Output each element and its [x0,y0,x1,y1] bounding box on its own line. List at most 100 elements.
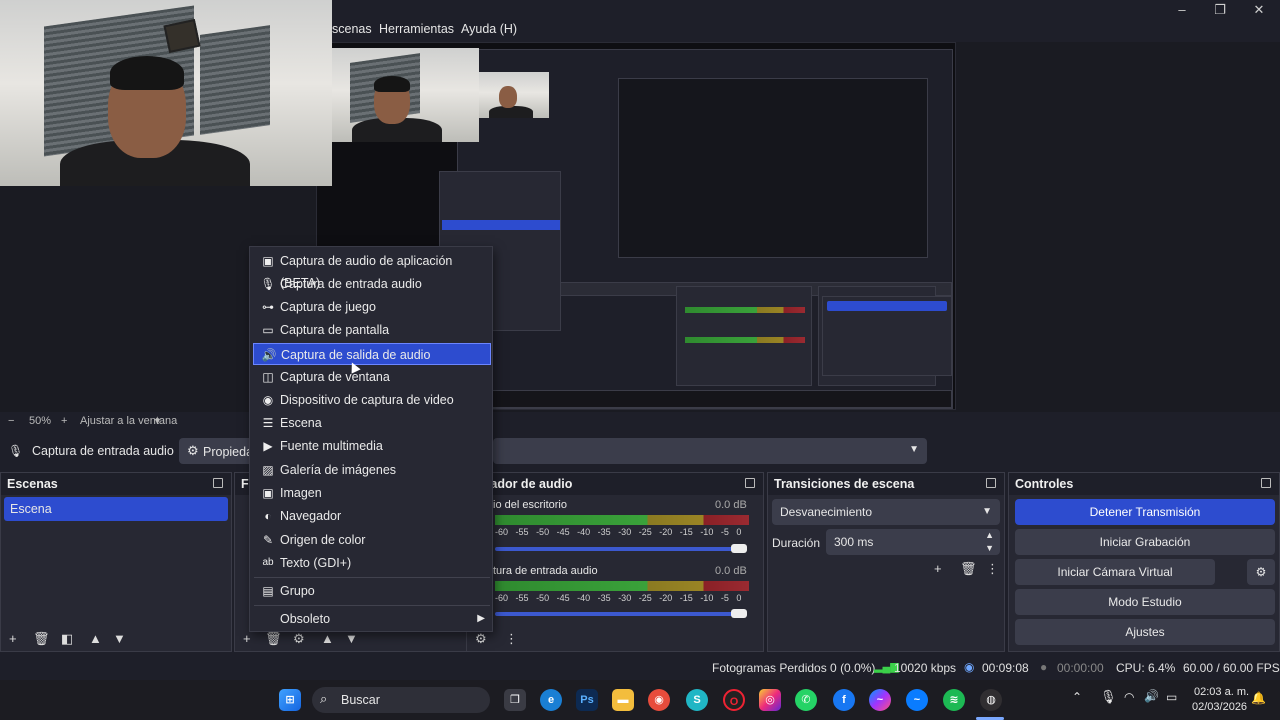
webcam-overlay [0,0,332,186]
nested-taskbar [458,390,952,408]
obs-icon[interactable]: ◍ [980,689,1002,711]
taskbar-search[interactable]: ⌕ Buscar [312,687,490,713]
menu-item-color-source[interactable]: ✎ Origen de color [253,529,491,551]
notification-icon[interactable]: 🔔 [1251,691,1266,705]
search-icon: ⌕ [320,691,328,706]
filter-icon[interactable]: ◧ [61,631,73,647]
mixer-channel-db: 0.0 dB [715,565,747,577]
float-dock-icon[interactable] [1261,478,1271,488]
menu-item-browser[interactable]: ◐ Navegador [253,505,491,527]
chevron-up-icon[interactable]: ⌃ [1072,690,1082,704]
messenger-icon[interactable]: ~ [869,689,891,711]
nested-webcam-2 [479,72,549,118]
float-dock-icon[interactable] [213,478,223,488]
trash-icon[interactable]: 🗑 [33,631,50,647]
edge-icon[interactable]: e [540,689,562,711]
volume-icon[interactable]: 🔊 [1144,689,1159,703]
clock-time[interactable]: 02:03 a. m. [1194,686,1249,698]
start-recording-button[interactable]: Iniciar Grabación [1015,529,1275,555]
fit-to-window[interactable]: Ajustar a la ventana [80,415,177,427]
task-view-icon[interactable]: ❐ [504,689,526,711]
mixer-channel-name: io del escritorio [493,499,567,511]
stop-streaming-button[interactable]: Detener Transmisión [1015,499,1275,525]
zoom-out-button[interactable]: − [8,415,14,427]
chrome-icon[interactable]: ◉ [648,689,670,711]
settings-button[interactable]: Ajustes [1015,619,1275,645]
wifi-icon[interactable]: ◠ [1124,690,1134,704]
properties-button[interactable]: ⚙ Propieda [179,438,259,464]
menu-item-video-capture[interactable]: ◉ Dispositivo de captura de video [253,389,491,411]
chevron-down-icon[interactable]: ▼ [153,416,162,426]
start-icon[interactable]: ⊞ [279,689,301,711]
gear-icon: ⚙ [1255,565,1267,579]
messenger-icon-2[interactable]: ~ [906,689,928,711]
menu-item-image-slideshow[interactable]: ▨ Galería de imágenes [253,459,491,481]
app-icon[interactable]: S [686,689,708,711]
globe-icon: ◐ [264,509,272,523]
zoom-in-button[interactable]: + [61,415,67,427]
menu-item-media-source[interactable]: ▶ Fuente multimedia [253,435,491,457]
menu-tools[interactable]: Herramientas [379,22,454,36]
transition-select[interactable]: Desvanecimiento ▼ [772,499,1000,525]
opera-icon[interactable]: O [723,689,745,711]
brush-icon: ✎ [262,533,274,547]
volume-slider[interactable] [495,547,745,551]
mixer-dock: xclador de audio io del escritorio 0.0 d… [466,472,764,652]
menu-item-audio-input[interactable]: 🎙 Captura de entrada audio [253,273,491,295]
transitions-dock: Transiciones de escena Desvanecimiento ▼… [767,472,1005,652]
trash-icon[interactable]: 🗑 [960,561,977,577]
facebook-icon[interactable]: f [833,689,855,711]
clock-date[interactable]: 02/03/2026 [1192,701,1247,713]
close-button[interactable]: ✕ [1239,0,1279,20]
chevron-down-icon[interactable]: ▼ [985,535,994,561]
transition-value: Desvanecimiento [780,505,873,519]
menu-item-group[interactable]: ▤ Grupo [253,580,491,602]
menu-item-image[interactable]: ▣ Imagen [253,482,491,504]
mixer-channel-name: tura de entrada audio [493,565,598,577]
microphone-icon[interactable]: 🎙 [1100,689,1117,705]
virtual-camera-settings-button[interactable]: ⚙ [1247,559,1275,585]
move-down-icon[interactable]: ▼ [345,631,358,646]
volume-slider-knob[interactable] [731,609,747,618]
duration-spinbox[interactable]: 300 ms ▲ ▼ [826,529,1000,555]
menu-item-audio-output[interactable]: 🔊 Captura de salida de audio [253,343,491,365]
minimize-button[interactable]: – [1162,0,1202,20]
instagram-icon[interactable]: ◎ [759,689,781,711]
volume-slider-knob[interactable] [731,544,747,553]
speaker-icon: 🔊 [261,348,277,362]
float-dock-icon[interactable] [745,478,755,488]
menu-item-display-capture[interactable]: ▭ Captura de pantalla [253,319,491,341]
battery-icon[interactable]: ▭ [1166,690,1177,704]
move-down-icon[interactable]: ▼ [113,631,126,646]
whatsapp-icon[interactable]: ✆ [795,689,817,711]
more-icon[interactable]: ⋮ [986,561,999,577]
menu-scenes[interactable]: scenas [332,22,372,36]
nested-webcam [332,48,479,142]
gear-icon[interactable]: ⚙ [475,631,487,647]
menu-item-text[interactable]: ab Texto (GDI+) [253,552,491,574]
start-virtual-camera-button[interactable]: Iniciar Cámara Virtual [1015,559,1215,585]
move-up-icon[interactable]: ▲ [321,631,334,646]
maximize-button[interactable]: ❐ [1200,0,1240,20]
folder-icon[interactable]: ▬ [612,689,634,711]
studio-mode-button[interactable]: Modo Estudio [1015,589,1275,615]
add-icon[interactable]: + [934,561,942,576]
add-source-icon[interactable]: + [243,631,251,646]
move-up-icon[interactable]: ▲ [89,631,102,646]
device-select[interactable]: ▼ [493,438,927,464]
float-dock-icon[interactable] [986,478,996,488]
menu-item-game-capture[interactable]: ⊶ Captura de juego [253,296,491,318]
spotify-icon[interactable]: ≋ [943,689,965,711]
more-icon[interactable]: ⋮ [505,631,518,647]
photoshop-icon[interactable]: Ps [576,689,598,711]
trash-icon[interactable]: 🗑 [265,631,282,647]
gear-icon[interactable]: ⚙ [293,631,305,647]
menu-item-deprecated[interactable]: Obsoleto ▶ [253,608,491,630]
menu-item-window-capture[interactable]: ◫ Captura de ventana [253,366,491,388]
volume-slider[interactable] [495,612,745,616]
scene-item[interactable]: Escena [4,497,228,521]
menu-item-app-audio[interactable]: ▣ Captura de audio de aplicación (BETA) [253,250,491,290]
add-icon[interactable]: + [9,631,17,646]
menu-item-scene[interactable]: ☰ Escena [253,412,491,434]
menu-help[interactable]: Ayuda (H) [461,22,517,36]
